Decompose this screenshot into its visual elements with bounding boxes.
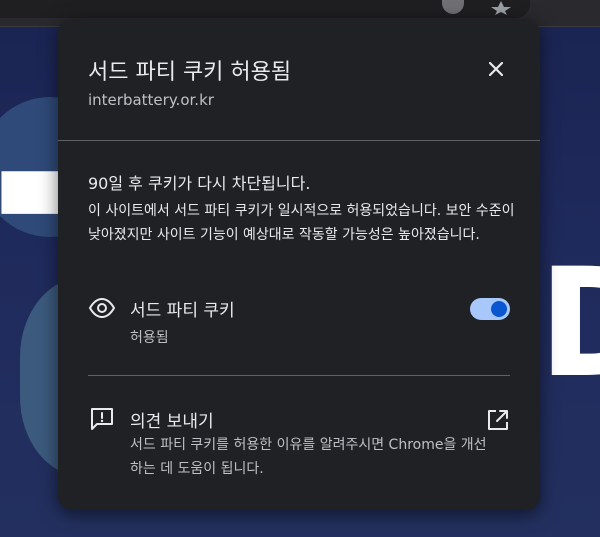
send-feedback-row[interactable]: 의견 보내기 서드 파티 쿠키를 허용한 이유를 알려주시면 Chrome을 개… — [58, 389, 540, 489]
close-icon — [488, 61, 504, 77]
site-domain: interbattery.or.kr — [88, 91, 214, 109]
send-feedback-label: 의견 보내기 — [130, 412, 214, 432]
close-button[interactable] — [482, 55, 510, 83]
toggle-knob — [491, 301, 507, 317]
open-external-icon[interactable] — [484, 406, 512, 434]
bookmark-star-icon[interactable] — [490, 0, 512, 15]
eye-icon — [88, 294, 116, 322]
popup-title: 서드 파티 쿠키 허용됨 — [88, 60, 292, 85]
divider — [58, 140, 540, 141]
feedback-description: 서드 파티 쿠키를 허용한 이유를 알려주시면 Chrome을 개선하는 데 도… — [130, 437, 487, 477]
divider — [88, 375, 510, 376]
feedback-icon — [88, 405, 116, 433]
cookie-expiry-heading: 90일 후 쿠키가 다시 차단됩니다. — [88, 174, 311, 193]
third-party-cookie-popup: 서드 파티 쿠키 허용됨 interbattery.or.kr 90일 후 쿠키… — [58, 19, 540, 510]
cookie-description: 이 사이트에서 서드 파티 쿠키가 일시적으로 허용되었습니다. 보안 수준이 … — [88, 203, 515, 243]
third-party-cookie-toggle[interactable] — [470, 298, 510, 320]
background-letter: D — [538, 249, 600, 399]
third-party-cookie-label: 서드 파티 쿠키 — [130, 301, 235, 321]
cookie-status: 허용됨 — [130, 330, 169, 346]
